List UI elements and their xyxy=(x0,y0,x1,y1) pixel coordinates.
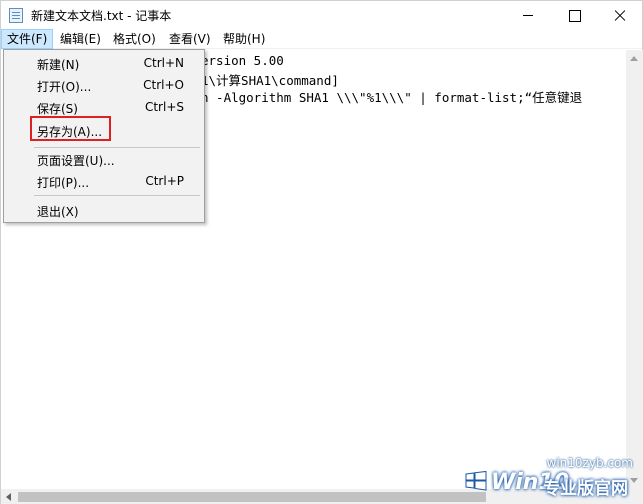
menu-item-page-setup[interactable]: 页面设置(U)... xyxy=(6,148,202,170)
scroll-left-arrow-icon[interactable] xyxy=(6,493,11,501)
menu-format[interactable]: 格式(O) xyxy=(107,29,162,49)
notepad-window: 新建文本文档.txt - 记事本 文件(F) 编辑(E) 格式(O) 查看(V)… xyxy=(0,0,643,504)
notepad-icon xyxy=(9,8,23,23)
save-as-highlight-box xyxy=(30,116,111,141)
menu-item-shortcut: Ctrl+O xyxy=(143,78,184,92)
scrollbar-thumb[interactable] xyxy=(18,492,486,502)
menu-item-label: 打印(P)... xyxy=(37,176,90,190)
menu-item-label: 新建(N) xyxy=(37,58,80,72)
editor-line: ersion 5.00 xyxy=(201,53,284,68)
windows-logo-icon xyxy=(465,470,487,491)
menu-item-label: 打开(O)... xyxy=(37,80,92,94)
site-watermark: win10zyb.com Win10 专业版官网 xyxy=(463,456,639,502)
vertical-scrollbar[interactable] xyxy=(626,50,643,489)
menu-item-print[interactable]: 打印(P)... Ctrl+P xyxy=(6,170,202,192)
close-button[interactable] xyxy=(597,1,643,29)
watermark-url: win10zyb.com xyxy=(546,456,633,470)
minimize-button[interactable] xyxy=(505,1,551,29)
maximize-button[interactable] xyxy=(551,1,597,29)
title-bar[interactable]: 新建文本文档.txt - 记事本 xyxy=(1,1,642,29)
menu-item-new[interactable]: 新建(N) Ctrl+N xyxy=(6,52,202,74)
menu-item-label: 退出(X) xyxy=(37,205,79,219)
menu-bar: 文件(F) 编辑(E) 格式(O) 查看(V) 帮助(H) xyxy=(1,29,642,49)
menu-item-shortcut: Ctrl+S xyxy=(144,100,184,114)
menu-help[interactable]: 帮助(H) xyxy=(217,29,271,49)
watermark-subtitle: 专业版官网 xyxy=(543,479,628,499)
menu-item-label: 页面设置(U)... xyxy=(37,154,115,168)
menu-item-exit[interactable]: 退出(X) xyxy=(6,199,202,221)
menu-item-open[interactable]: 打开(O)... Ctrl+O xyxy=(6,74,202,96)
editor-line: h -Algorithm SHA1 \\\"%1\\\" | format-li… xyxy=(201,90,583,105)
menu-separator xyxy=(34,195,200,196)
menu-view[interactable]: 查看(V) xyxy=(163,29,217,49)
menu-file[interactable]: 文件(F) xyxy=(1,29,53,49)
menu-item-save[interactable]: 保存(S) Ctrl+S xyxy=(6,96,202,118)
window-title: 新建文本文档.txt - 记事本 xyxy=(31,9,172,23)
menu-item-label: 保存(S) xyxy=(37,102,78,116)
menu-edit[interactable]: 编辑(E) xyxy=(54,29,107,49)
menu-item-shortcut: Ctrl+P xyxy=(145,174,184,188)
menu-item-shortcut: Ctrl+N xyxy=(143,56,184,70)
scroll-up-arrow-icon[interactable] xyxy=(630,56,638,61)
